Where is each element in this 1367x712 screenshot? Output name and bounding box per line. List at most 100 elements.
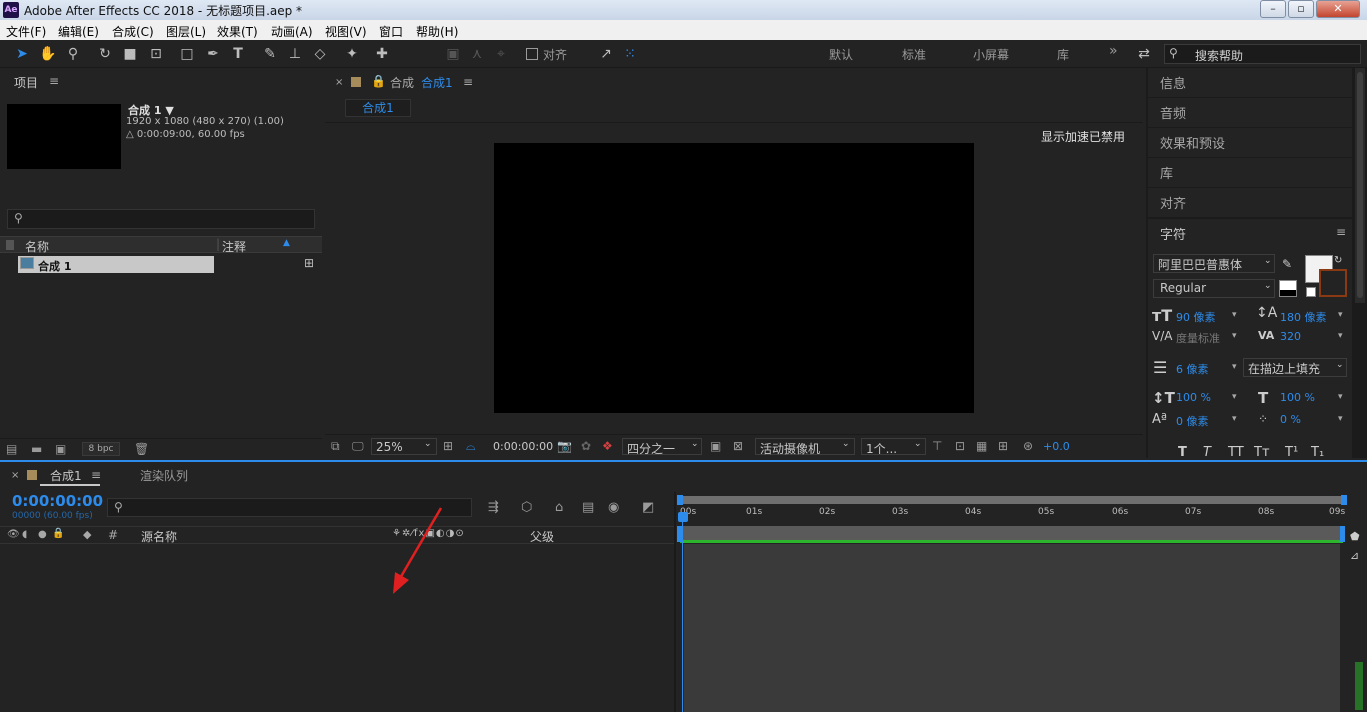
selection-tool-icon[interactable]: ➤ [12, 44, 32, 64]
menu-animation[interactable]: 动画(A) [271, 23, 313, 40]
graph-editor-icon[interactable]: ◩ [642, 500, 654, 515]
work-area-end-handle[interactable] [1340, 526, 1345, 542]
column-parent[interactable]: 父级 [530, 528, 554, 545]
small-caps-button[interactable]: Tт [1254, 445, 1270, 460]
workspace-libraries[interactable]: 库 [1057, 46, 1069, 63]
menu-view[interactable]: 视图(V) [325, 23, 367, 40]
camera-tool-icon[interactable]: ■ [120, 44, 140, 64]
menu-edit[interactable]: 编辑(E) [58, 23, 99, 40]
chevron-down-icon[interactable]: ▾ [1338, 310, 1343, 320]
work-area-bar[interactable] [680, 526, 1343, 540]
pan-behind-tool-icon[interactable]: ⊡ [146, 44, 166, 64]
zoom-tool-icon[interactable]: ⚲ [63, 44, 83, 64]
all-caps-button[interactable]: TT [1228, 445, 1244, 460]
font-size-value[interactable]: 90 像素 [1176, 309, 1216, 325]
baseline-shift-value[interactable]: 0 像素 [1176, 413, 1209, 429]
rectangle-tool-icon[interactable]: □ [177, 44, 197, 64]
search-help-input[interactable]: ⚲ 搜索帮助 [1164, 44, 1361, 64]
chevron-down-icon[interactable]: ▾ [1232, 392, 1237, 402]
zoom-dropdown[interactable]: 25% ⌄ [371, 438, 437, 455]
minimize-button[interactable]: – [1260, 0, 1286, 18]
exposure-value[interactable]: +0.0 [1043, 440, 1070, 453]
menu-composition[interactable]: 合成(C) [112, 23, 154, 40]
work-area-range[interactable] [680, 540, 1343, 543]
chevron-down-icon[interactable]: ▾ [1232, 414, 1237, 424]
column-name[interactable]: 名称 [25, 238, 49, 255]
axis-world-icon[interactable]: ⋏ [467, 44, 487, 64]
lock-icon[interactable]: 🔒 [371, 74, 386, 88]
no-fill-icon[interactable] [1306, 287, 1316, 297]
column-layer-number[interactable]: # [108, 528, 118, 542]
maximize-button[interactable]: ▫ [1288, 0, 1314, 18]
layer-bar-area[interactable] [684, 544, 1340, 712]
composition-panel-menu-icon[interactable]: ≡ [463, 75, 473, 89]
chevron-down-icon[interactable]: ▾ [1232, 310, 1237, 320]
scrollbar-thumb[interactable] [1357, 72, 1363, 298]
transparency-grid-icon[interactable]: ⊠ [733, 439, 743, 453]
menu-layer[interactable]: 图层(L) [166, 23, 206, 40]
panel-effects-presets[interactable]: 效果和预设 [1148, 128, 1352, 158]
horizontal-scale-value[interactable]: 100 % [1280, 391, 1315, 404]
leading-value[interactable]: 180 像素 [1280, 309, 1327, 325]
menu-help[interactable]: 帮助(H) [416, 23, 458, 40]
sync-settings-icon[interactable]: ⇄ [1134, 44, 1154, 64]
lock-icon[interactable]: 🔒 [52, 528, 64, 539]
menu-file[interactable]: 文件(F) [6, 23, 46, 40]
timeline-timecode[interactable]: 0:00:00:00 [12, 492, 103, 510]
font-family-dropdown[interactable]: 阿里巴巴普惠体 ⌄ [1153, 254, 1275, 273]
panel-audio[interactable]: 音频 [1148, 98, 1352, 128]
menu-effect[interactable]: 效果(T) [217, 23, 258, 40]
draft-3d-icon[interactable]: ⬡ [521, 500, 532, 515]
chevron-down-icon[interactable]: ▾ [1232, 331, 1237, 341]
superscript-button[interactable]: T¹ [1285, 445, 1298, 460]
timeline-panel-menu-icon[interactable]: ≡ [91, 468, 101, 482]
mask-visibility-icon[interactable]: ⌓ [466, 439, 476, 454]
font-style-dropdown[interactable]: Regular ⌄ [1153, 279, 1275, 298]
snapping-icon[interactable]: ↗ [596, 44, 616, 64]
column-comment[interactable]: 注释 [222, 238, 246, 255]
column-source-name[interactable]: 源名称 [141, 528, 177, 545]
swap-colors-icon[interactable]: ↻ [1334, 255, 1342, 266]
tsume-value[interactable]: 0 % [1280, 413, 1301, 426]
close-panel-icon[interactable]: × [335, 77, 343, 88]
snapshot-icon[interactable]: 📷 [557, 439, 572, 453]
region-of-interest-icon[interactable]: ▣ [710, 439, 721, 453]
flowchart-icon[interactable]: ⊞ [304, 256, 314, 270]
comp-marker-bin-icon[interactable]: ⬟ [1350, 530, 1360, 543]
eyedropper-icon[interactable]: ✎ [1282, 257, 1292, 271]
grid-guide-icon[interactable]: ⊞ [443, 439, 453, 453]
interpret-footage-icon[interactable]: ▤ [6, 442, 17, 456]
timeline-comp-tab[interactable]: 合成1 [50, 467, 82, 484]
axis-view-icon[interactable]: ⌖ [491, 44, 511, 64]
project-search-input[interactable]: ⚲ [7, 209, 315, 229]
project-panel-title[interactable]: 项目 [14, 74, 38, 91]
views-dropdown[interactable]: 1个... ⌄ [861, 438, 926, 456]
frame-blending-icon[interactable]: ▤ [582, 500, 594, 515]
default-colors-icon[interactable] [1279, 280, 1297, 297]
current-time-display[interactable]: 0:00:00:00 [493, 440, 553, 453]
panel-libraries[interactable]: 库 [1148, 158, 1352, 188]
workspace-standard[interactable]: 标准 [902, 46, 926, 63]
character-panel-title[interactable]: 字符 [1160, 224, 1186, 243]
close-panel-icon[interactable]: × [11, 470, 19, 481]
chevron-down-icon[interactable]: ▾ [1232, 362, 1237, 372]
project-item-name[interactable]: 合成 1 [38, 258, 71, 274]
close-button[interactable]: ✕ [1316, 0, 1360, 18]
timeline-split-divider[interactable] [674, 492, 676, 712]
workspace-default[interactable]: 默认 [829, 46, 853, 63]
show-snapshot-icon[interactable]: ✿ [581, 439, 591, 453]
sort-ascending-icon[interactable]: ▲ [283, 238, 290, 248]
subscript-button[interactable]: T₁ [1311, 445, 1324, 460]
tracking-value[interactable]: 320 [1280, 330, 1301, 343]
time-navigator-bar[interactable] [680, 496, 1344, 504]
roto-brush-tool-icon[interactable]: ✦ [342, 44, 362, 64]
resolution-dropdown[interactable]: 四分之一 ⌄ [622, 438, 702, 456]
puppet-pin-tool-icon[interactable]: ✚ [372, 44, 392, 64]
motion-blur-icon[interactable]: ◉ [608, 500, 619, 515]
menu-window[interactable]: 窗口 [379, 23, 403, 40]
chevron-down-icon[interactable]: ▾ [1338, 392, 1343, 402]
align-checkbox[interactable] [526, 48, 538, 60]
reset-exposure-icon[interactable]: ⊛ [1023, 439, 1033, 453]
color-channels-icon[interactable]: ❖ [602, 439, 613, 453]
right-panel-scrollbar[interactable] [1355, 68, 1365, 303]
